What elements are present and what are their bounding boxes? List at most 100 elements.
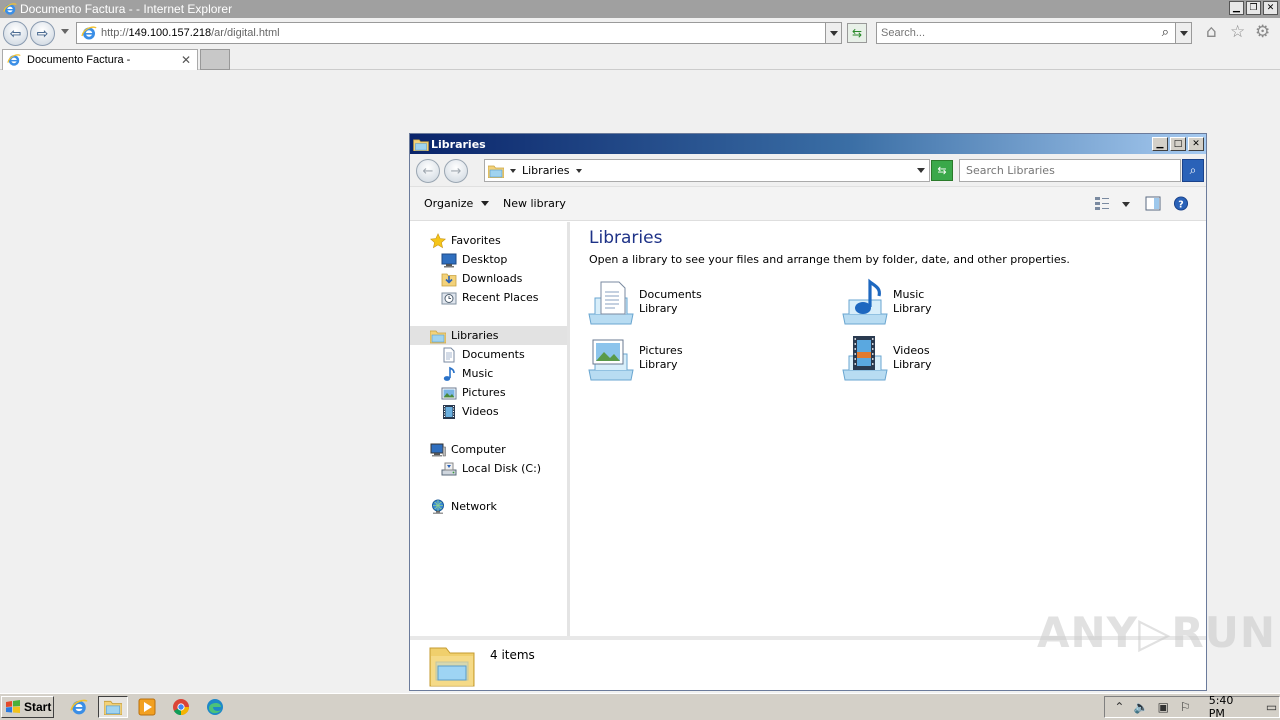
taskbar-media-player[interactable]: [132, 696, 162, 718]
nav-label: Desktop: [462, 253, 508, 266]
svg-text:?: ?: [1178, 199, 1183, 210]
library-name: Pictures: [639, 344, 683, 357]
explorer-forward-button[interactable]: →: [444, 159, 468, 183]
document-icon: [441, 347, 457, 363]
home-icon[interactable]: ⌂: [1206, 24, 1217, 41]
tab-ie-icon: [7, 53, 21, 67]
clock[interactable]: 5:40 PM: [1209, 694, 1250, 720]
breadcrumb-libraries[interactable]: Libraries: [522, 164, 570, 177]
url-text[interactable]: http://149.100.157.218/ar/digital.html: [101, 27, 280, 39]
taskbar: Start ⌃ 🔈 ▣ ⚐ 5:40 PM ▭: [0, 693, 1280, 720]
search-icon[interactable]: ⌕: [1162, 25, 1169, 40]
explorer-search-button[interactable]: ⌕: [1182, 159, 1204, 182]
show-desktop-icon[interactable]: ▭: [1264, 699, 1279, 715]
nav-item-favorites[interactable]: Favorites: [410, 231, 567, 250]
nav-item-local-disk[interactable]: Local Disk (C:): [410, 459, 567, 478]
star-icon: [430, 233, 446, 249]
network-status-icon[interactable]: ▣: [1156, 699, 1171, 715]
nav-label: Videos: [462, 405, 499, 418]
ie-search-box[interactable]: ⌕: [876, 22, 1192, 44]
back-button[interactable]: ⇦: [3, 21, 28, 46]
close-button[interactable]: ✕: [1263, 1, 1278, 15]
nav-label: Favorites: [451, 234, 501, 247]
breadcrumb-arrow-icon[interactable]: [510, 168, 516, 173]
folder-icon: [104, 699, 122, 715]
explorer-minimize-button[interactable]: ▁: [1152, 137, 1168, 151]
nav-item-documents[interactable]: Documents: [410, 345, 567, 364]
change-view-icon[interactable]: [1094, 196, 1110, 211]
taskbar-internet-explorer[interactable]: [64, 696, 94, 718]
nav-item-desktop[interactable]: Desktop: [410, 250, 567, 269]
help-icon[interactable]: ?: [1173, 196, 1189, 211]
url-host: 149.100.157.218: [128, 27, 212, 39]
explorer-nav-bar: ← → Libraries ⇆ ⌕: [410, 154, 1206, 187]
forward-button[interactable]: ⇨: [30, 21, 55, 46]
library-item-pictures[interactable]: Pictures Library: [587, 333, 817, 383]
address-dropdown-button[interactable]: [825, 23, 841, 43]
explorer-address-bar[interactable]: Libraries: [484, 159, 930, 182]
libraries-folder-icon: [430, 328, 446, 344]
nav-item-pictures[interactable]: Pictures: [410, 383, 567, 402]
explorer-title-bar[interactable]: Libraries ▁ □ ✕: [410, 134, 1206, 154]
nav-item-recent-places[interactable]: Recent Places: [410, 288, 567, 307]
libraries-folder-icon: [488, 164, 504, 178]
page-ie-icon: [81, 25, 97, 41]
history-dropdown-icon[interactable]: [61, 29, 69, 34]
explorer-refresh-button[interactable]: ⇆: [931, 160, 953, 181]
nav-item-libraries[interactable]: Libraries: [410, 326, 567, 345]
explorer-address-dropdown[interactable]: [917, 168, 925, 173]
nav-label: Downloads: [462, 272, 523, 285]
library-item-music[interactable]: Music Library: [841, 277, 1071, 327]
close-tab-icon[interactable]: ✕: [181, 53, 191, 67]
forward-arrow-icon: ⇨: [36, 25, 49, 42]
explorer-toolbar: Organize New library ?: [410, 187, 1206, 221]
nav-item-network[interactable]: Network: [410, 497, 567, 516]
restore-button[interactable]: ❐: [1246, 1, 1261, 15]
library-item-videos[interactable]: Videos Library: [841, 333, 1071, 383]
library-type: Library: [893, 302, 932, 315]
explorer-back-button[interactable]: ←: [416, 159, 440, 183]
library-item-documents[interactable]: Documents Library: [587, 277, 817, 327]
compatibility-refresh-button[interactable]: ⇆: [847, 23, 867, 43]
nav-item-videos[interactable]: Videos: [410, 402, 567, 421]
volume-icon[interactable]: 🔈: [1134, 699, 1149, 715]
view-options-chevron-icon[interactable]: [1122, 202, 1130, 207]
address-bar[interactable]: http://149.100.157.218/ar/digital.html: [76, 22, 842, 44]
navigation-pane: Favorites Desktop Downloads Recent Place…: [410, 222, 570, 636]
system-tray: ⌃ 🔈 ▣ ⚐ 5:40 PM ▭: [1104, 694, 1280, 720]
computer-icon: [430, 442, 446, 458]
start-button[interactable]: Start: [1, 696, 54, 718]
new-tab-button[interactable]: [200, 49, 230, 70]
tab-documento-factura[interactable]: Documento Factura - ✕: [2, 49, 198, 70]
explorer-search-box[interactable]: [959, 159, 1181, 182]
video-film-icon: [441, 404, 457, 420]
explorer-maximize-button[interactable]: □: [1170, 137, 1186, 151]
search-provider-dropdown[interactable]: [1175, 23, 1191, 43]
ie-search-input[interactable]: [881, 27, 1151, 39]
search-libraries-input[interactable]: [966, 164, 1166, 177]
organize-label: Organize: [424, 197, 474, 210]
favorites-star-icon[interactable]: ☆: [1230, 24, 1245, 41]
taskbar-chrome[interactable]: [166, 696, 196, 718]
local-disk-icon: [441, 461, 457, 477]
preview-pane-icon[interactable]: [1145, 196, 1161, 211]
taskbar-windows-explorer[interactable]: [98, 696, 128, 718]
nav-label: Local Disk (C:): [462, 462, 542, 475]
chevron-down-icon: [917, 168, 925, 173]
action-center-flag-icon[interactable]: ⚐: [1178, 699, 1193, 715]
gear-icon[interactable]: ⚙: [1255, 24, 1270, 41]
nav-item-computer[interactable]: Computer: [410, 440, 567, 459]
item-count: 4 items: [490, 648, 535, 662]
nav-item-downloads[interactable]: Downloads: [410, 269, 567, 288]
nav-label: Pictures: [462, 386, 506, 399]
breadcrumb-arrow-icon[interactable]: [575, 168, 582, 173]
nav-item-music[interactable]: Music: [410, 364, 567, 383]
taskbar-edge[interactable]: [200, 696, 230, 718]
new-library-button[interactable]: New library: [503, 197, 566, 210]
explorer-close-button[interactable]: ✕: [1188, 137, 1204, 151]
show-hidden-icons-icon[interactable]: ⌃: [1112, 699, 1127, 715]
refresh-icon: ⇆: [851, 26, 863, 40]
documents-library-icon: [587, 278, 637, 326]
organize-button[interactable]: Organize: [424, 197, 490, 210]
minimize-button[interactable]: ▁: [1229, 1, 1244, 15]
